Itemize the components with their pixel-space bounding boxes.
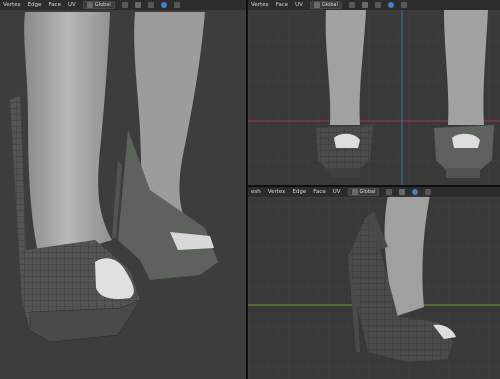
transform-orientation-icon: [351, 189, 358, 195]
transform-orientation-icon: [313, 2, 320, 8]
top-right-viewport[interactable]: Vertex Face UV Global: [248, 0, 500, 185]
circle-icon[interactable]: [387, 2, 394, 8]
falloff-icon[interactable]: [173, 2, 180, 8]
falloff-icon[interactable]: [425, 189, 432, 195]
orientation-dropdown[interactable]: Global: [347, 188, 380, 196]
menu-vertex[interactable]: Vertex: [251, 2, 269, 8]
left-viewport[interactable]: Vertex Edge Face UV Global: [0, 0, 246, 379]
toes: [95, 258, 134, 299]
bottom-right-scene: [248, 187, 500, 379]
snap-target-icon[interactable]: [374, 2, 381, 8]
pivot-icon[interactable]: [348, 2, 355, 8]
menu-face[interactable]: Face: [276, 2, 288, 8]
bottom-right-viewport[interactable]: esh Vertex Edge Face UV Global: [248, 187, 500, 379]
orientation-dropdown[interactable]: Global: [309, 1, 342, 9]
snap-target-icon[interactable]: [147, 2, 154, 8]
menu-face[interactable]: Face: [313, 189, 325, 195]
bottom-right-viewport-header: esh Vertex Edge Face UV Global: [248, 187, 500, 197]
menu-face[interactable]: Face: [49, 2, 61, 8]
left-scene: [10, 12, 218, 343]
menu-mesh[interactable]: esh: [251, 189, 261, 195]
falloff-icon[interactable]: [400, 2, 407, 8]
circle-icon[interactable]: [412, 189, 419, 195]
left-viewport-header: Vertex Edge Face UV Global: [0, 0, 246, 10]
magnet-icon[interactable]: [399, 189, 406, 195]
pivot-icon[interactable]: [386, 189, 393, 195]
pivot-icon[interactable]: [121, 2, 128, 8]
menu-edge[interactable]: Edge: [292, 189, 306, 195]
menu-uv[interactable]: UV: [295, 2, 303, 8]
magnet-icon[interactable]: [361, 2, 368, 8]
top-right-scene: [248, 0, 500, 185]
front-leg: [24, 12, 112, 262]
menu-edge[interactable]: Edge: [28, 2, 42, 8]
menu-vertex[interactable]: Vertex: [268, 189, 286, 195]
transform-orientation-icon: [86, 2, 93, 8]
menu-uv[interactable]: UV: [68, 2, 76, 8]
orientation-dropdown[interactable]: Global: [82, 1, 115, 9]
top-right-viewport-header: Vertex Face UV Global: [248, 0, 500, 10]
circle-icon[interactable]: [160, 2, 167, 8]
menu-uv[interactable]: UV: [333, 189, 341, 195]
magnet-icon[interactable]: [134, 2, 141, 8]
menu-vertex[interactable]: Vertex: [3, 2, 21, 8]
